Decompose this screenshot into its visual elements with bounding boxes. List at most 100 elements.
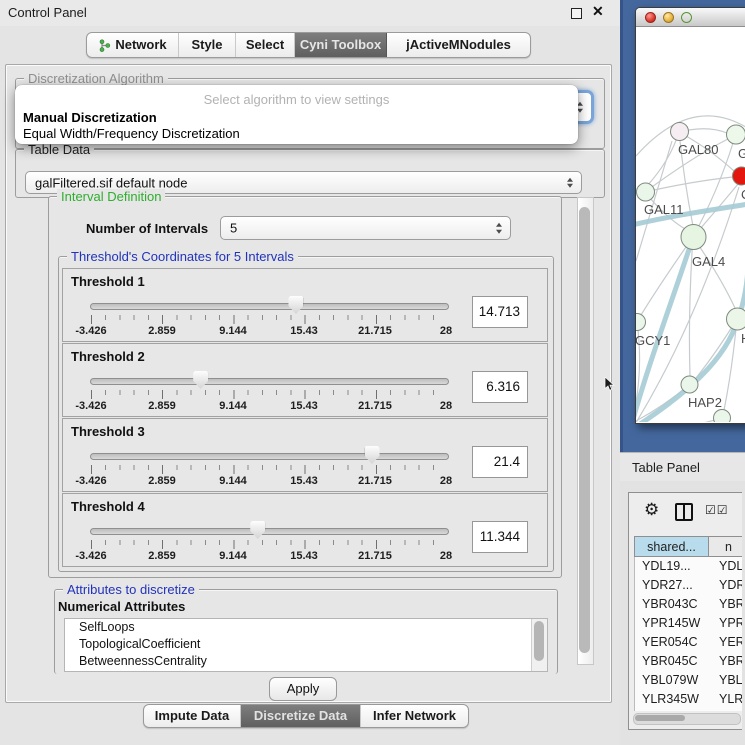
threshold-4-slider-thumb[interactable] [250, 521, 265, 539]
number-of-intervals-combobox[interactable]: 5 [220, 216, 511, 240]
tab-discretize-data[interactable]: Discretize Data [241, 705, 361, 727]
column-header-name[interactable]: n [709, 536, 742, 557]
table-panel: ⚙ ☑☑ shared... n YDL19...YDL1 YDR27...YD… [628, 492, 742, 730]
threshold-3-slider-thumb[interactable] [365, 446, 380, 464]
list-item[interactable]: BetweennessCentrality [65, 653, 547, 670]
column-header-shared[interactable]: shared... [634, 536, 709, 557]
columns-icon[interactable] [675, 503, 693, 521]
tab-cyni-toolbox[interactable]: Cyni Toolbox [295, 33, 387, 57]
cell[interactable]: YBL079W [642, 671, 698, 690]
checkbox-icons[interactable]: ☑☑ [705, 503, 729, 517]
tab-select[interactable]: Select [236, 33, 295, 57]
tick-label: 9.144 [203, 400, 263, 412]
node-gal11[interactable] [637, 183, 655, 201]
cell[interactable]: YER054C [642, 633, 698, 652]
table-row[interactable]: YIL052C YIL0 [635, 709, 742, 711]
threshold-1-slider-thumb[interactable] [288, 296, 303, 314]
table-header-row: shared... n [634, 536, 742, 557]
cell[interactable]: YPR1 [719, 614, 742, 633]
tab-style[interactable]: Style [179, 33, 236, 57]
close-traffic-light[interactable] [645, 12, 656, 23]
zoom-traffic-light[interactable] [681, 12, 692, 23]
cell[interactable]: YDL19... [642, 557, 691, 576]
tab-infer-network[interactable]: Infer Network [361, 705, 468, 727]
threshold-1-value-field[interactable]: 14.713 [472, 296, 528, 328]
node-gcy1[interactable] [636, 314, 646, 331]
table-row[interactable]: YLR345W YLR3 [635, 690, 742, 709]
node-hap2[interactable] [681, 376, 698, 393]
node-label-g: G. [738, 146, 745, 161]
table-row[interactable]: YBR045C YBR0 [635, 652, 742, 671]
float-window-icon[interactable] [571, 8, 582, 19]
list-item[interactable]: TopologicalCoefficient [65, 636, 547, 653]
table-row[interactable]: YBR043C YBR0 [635, 595, 742, 614]
node-gal4[interactable] [681, 225, 706, 250]
tick-label: 9.144 [203, 550, 263, 562]
threshold-2-value-field[interactable]: 6.316 [472, 371, 528, 403]
tick-label: 2.859 [132, 325, 192, 337]
table-row[interactable]: YER054C YER0 [635, 633, 742, 652]
apply-button[interactable]: Apply [269, 677, 337, 701]
table-panel-titlebar: Table Panel [620, 452, 745, 481]
number-of-intervals-label: Number of Intervals [86, 221, 208, 236]
cell[interactable]: YLR345W [642, 690, 699, 709]
scrollbar-thumb[interactable] [635, 715, 685, 721]
tab-network-label: Network [115, 33, 166, 57]
node-red-selected[interactable] [733, 167, 745, 185]
cell[interactable]: YDR27... [642, 576, 693, 595]
threshold-4-value-field[interactable]: 11.344 [472, 521, 528, 553]
cell[interactable]: YBR043C [642, 595, 698, 614]
close-icon[interactable]: ✕ [592, 3, 604, 20]
threshold-3-value-field[interactable]: 21.4 [472, 446, 528, 478]
tab-jactivemnodules[interactable]: jActiveMNodules [387, 33, 530, 57]
network-view-window: GAL80 G. C GAL11 GAL4 GCY1 H HAP2 [635, 7, 745, 424]
node-h-partial[interactable] [727, 308, 745, 330]
interval-definition-label: Interval Definition [57, 189, 165, 204]
table-row[interactable]: YDL19... YDL1 [635, 557, 742, 576]
panel-vertical-scrollbar[interactable] [577, 197, 594, 665]
cell[interactable]: YLR3 [719, 690, 742, 709]
cell[interactable]: YBR045C [642, 652, 698, 671]
network-window-titlebar[interactable] [636, 8, 745, 27]
cell[interactable]: YPR145W [642, 614, 700, 633]
tick-label: -3.426 [61, 400, 121, 412]
cell[interactable]: YBR0 [719, 595, 742, 614]
cell[interactable]: YER0 [719, 633, 742, 652]
node-label-gcy1: GCY1 [636, 333, 670, 348]
threshold-2-slider-thumb[interactable] [193, 371, 208, 389]
table-row[interactable]: YPR145W YPR1 [635, 614, 742, 633]
gear-icon[interactable]: ⚙ [644, 500, 659, 520]
cell[interactable]: YDR2 [719, 576, 742, 595]
table-data-label: Table Data [24, 142, 94, 157]
threshold-2-label: Threshold 2 [71, 349, 145, 364]
tick-label: 2.859 [132, 475, 192, 487]
network-canvas[interactable]: GAL80 G. C GAL11 GAL4 GCY1 H HAP2 [636, 26, 745, 422]
list-item[interactable]: SelfLoops [65, 619, 547, 636]
tab-impute-data[interactable]: Impute Data [144, 705, 241, 727]
tab-style-label: Style [191, 33, 222, 57]
cell[interactable]: YBR0 [719, 652, 742, 671]
threshold-1-label: Threshold 1 [71, 274, 145, 289]
table-row[interactable]: YDR27... YDR2 [635, 576, 742, 595]
list-vertical-scrollbar[interactable] [531, 619, 547, 671]
tab-network[interactable]: Network [87, 33, 179, 57]
cell[interactable]: YIL052C [642, 709, 691, 711]
table-row[interactable]: YBL079W YBL0 [635, 671, 742, 690]
cell[interactable]: YIL0 [719, 709, 742, 711]
node-gal80[interactable] [671, 123, 689, 141]
dropdown-option-equal-width[interactable]: Equal Width/Frequency Discretization [23, 126, 240, 141]
cell[interactable]: YDL1 [719, 557, 742, 576]
node-bottom[interactable] [714, 410, 731, 423]
numerical-attributes-list[interactable]: SelfLoops TopologicalCoefficient Between… [64, 618, 548, 672]
tab-impute-data-label: Impute Data [155, 708, 229, 723]
tab-discretize-data-label: Discretize Data [254, 708, 347, 723]
table-horizontal-scrollbar[interactable] [633, 713, 741, 725]
cell[interactable]: YBL0 [719, 671, 742, 690]
scrollbar-thumb[interactable] [579, 207, 590, 653]
bottom-tabbar: Impute Data Discretize Data Infer Networ… [143, 704, 469, 728]
scrollbar-thumb[interactable] [534, 621, 544, 661]
tab-select-label: Select [246, 33, 284, 57]
minimize-traffic-light[interactable] [663, 12, 674, 23]
node-g-partial[interactable] [727, 125, 745, 144]
dropdown-option-manual-discretization[interactable]: Manual Discretization [23, 110, 157, 125]
